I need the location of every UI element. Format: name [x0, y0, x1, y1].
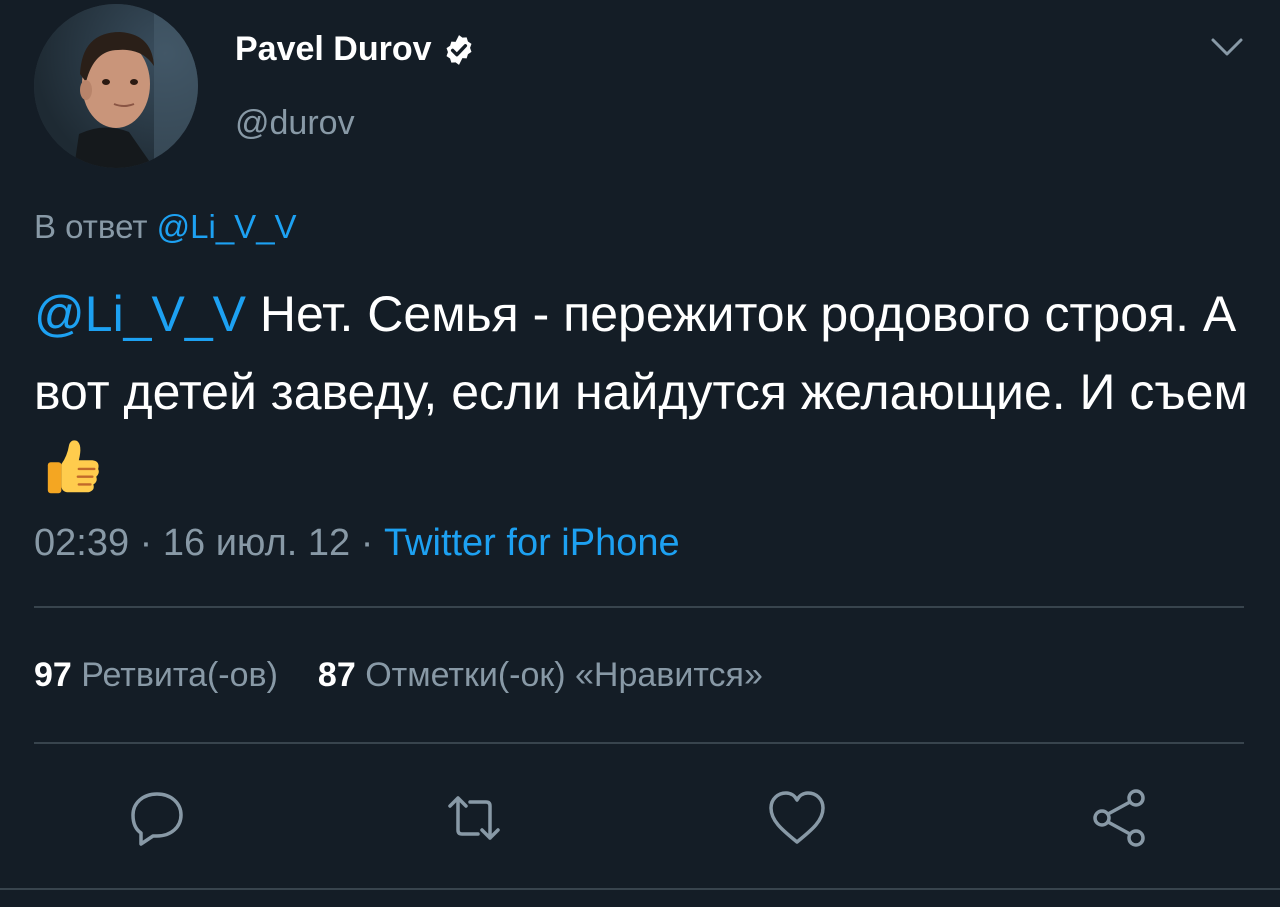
meta-separator: · [350, 522, 384, 564]
author-name[interactable]: Pavel Durov [235, 30, 476, 69]
likes-label: Отметки(-ок) «Нравится» [365, 656, 763, 694]
tweet-meta: 02:39 · 16 июл. 12 · Twitter for iPhone [34, 522, 680, 565]
author-handle[interactable]: @durov [235, 104, 355, 143]
avatar[interactable] [34, 4, 198, 168]
retweets-label: Ретвита(-ов) [81, 656, 278, 694]
author-name-text[interactable]: Pavel Durov [235, 30, 432, 69]
retweets-count: 97 [34, 656, 72, 694]
retweet-icon[interactable] [442, 786, 506, 850]
thumbs-up-icon [42, 437, 104, 499]
divider [34, 606, 1244, 608]
reply-mention-link[interactable]: @Li_V_V [157, 208, 297, 245]
chevron-down-icon[interactable] [1205, 30, 1249, 66]
likes-count: 87 [317, 656, 356, 694]
tweet-text: @Li_V_V Нет. Семья - пережиток родового … [34, 275, 1254, 509]
reply-context: В ответ @Li_V_V [34, 208, 297, 246]
tweet-mention-link[interactable]: @Li_V_V [34, 286, 246, 342]
bottom-divider [0, 888, 1280, 890]
retweets-stat[interactable]: 97 Ретвита(-ов) [34, 656, 278, 695]
like-icon[interactable] [765, 786, 829, 850]
likes-stat[interactable]: 87 Отметки(-ок) «Нравится» [318, 656, 763, 695]
verified-badge-icon [442, 33, 476, 67]
share-icon[interactable] [1088, 786, 1152, 850]
reply-icon[interactable] [125, 786, 189, 850]
reply-prefix: В ответ [34, 208, 148, 245]
tweet-source-link[interactable]: Twitter for iPhone [384, 522, 680, 564]
divider [34, 742, 1244, 744]
tweet-stats: 97 Ретвита(-ов) 87 Отметки(-ок) «Нравитс… [34, 656, 763, 695]
tweet-date: 16 июл. 12 [162, 522, 351, 564]
meta-separator: · [129, 522, 163, 564]
tweet-time: 02:39 [34, 522, 130, 564]
